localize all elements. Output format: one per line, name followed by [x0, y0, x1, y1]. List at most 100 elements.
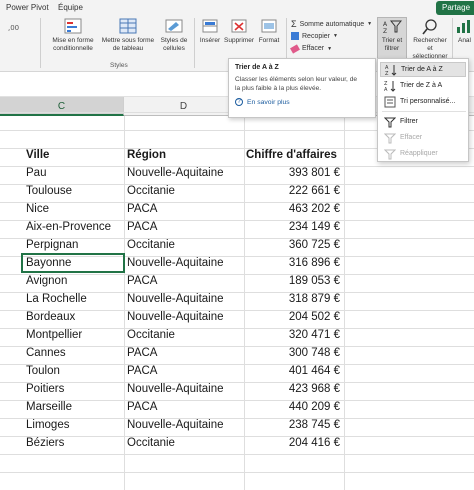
- table-cell[interactable]: 440 209 €: [246, 398, 340, 416]
- table-header-cell[interactable]: Région: [127, 146, 241, 164]
- table-cell[interactable]: PACA: [127, 362, 241, 380]
- table-cell[interactable]: Nice: [26, 200, 122, 218]
- table-cell[interactable]: 320 471 €: [246, 326, 340, 344]
- menu-item-sort-za[interactable]: ZA Trier de Z à A: [380, 78, 466, 93]
- table-cell[interactable]: 238 745 €: [246, 416, 340, 434]
- magnifier-icon: [422, 19, 437, 35]
- table-cell[interactable]: 222 661 €: [246, 182, 340, 200]
- table-cell[interactable]: 189 053 €: [246, 272, 340, 290]
- sort-az-icon: AZ: [385, 64, 397, 76]
- menu-item-clear-filter[interactable]: Effacer: [380, 130, 466, 145]
- menu-item-label: Trier de A à Z: [401, 66, 443, 73]
- sigma-icon: Σ: [291, 19, 297, 29]
- svg-text:Z: Z: [383, 28, 387, 35]
- column-header-d[interactable]: D: [124, 97, 244, 116]
- table-cell[interactable]: 463 202 €: [246, 200, 340, 218]
- menu-item-label: Filtrer: [400, 118, 418, 125]
- svg-text:A: A: [384, 87, 388, 92]
- delete-cells-icon: [231, 19, 247, 33]
- table-cell[interactable]: PACA: [127, 272, 241, 290]
- conditional-format-button[interactable]: Mise en forme conditionnelle: [46, 18, 100, 53]
- table-cell[interactable]: Cannes: [26, 344, 122, 362]
- table-cell[interactable]: 318 879 €: [246, 290, 340, 308]
- table-cell[interactable]: Toulouse: [26, 182, 122, 200]
- format-as-table-button[interactable]: Mettre sous forme de tableau: [99, 18, 157, 53]
- menu-item-filter[interactable]: Filtrer: [380, 114, 466, 129]
- table-cell[interactable]: 360 725 €: [246, 236, 340, 254]
- svg-text:,00: ,00: [8, 24, 19, 32]
- insert-label: Insérer: [199, 37, 221, 44]
- table-cell[interactable]: Nouvelle-Aquitaine: [127, 416, 241, 434]
- table-cell[interactable]: Nouvelle-Aquitaine: [127, 164, 241, 182]
- table-cell[interactable]: 393 801 €: [246, 164, 340, 182]
- worksheet-grid[interactable]: Ville Région Chiffre d'affaires Pau Nouvelle…: [0, 112, 474, 490]
- format-cells-icon: [261, 19, 277, 33]
- format-label: Format: [258, 37, 280, 44]
- table-cell[interactable]: Perpignan: [26, 236, 122, 254]
- cell-styles-button[interactable]: Styles de cellules: [157, 18, 191, 53]
- share-button[interactable]: Partage: [436, 1, 474, 15]
- help-icon: ?: [235, 98, 243, 106]
- table-cell[interactable]: Marseille: [26, 398, 122, 416]
- table-cell[interactable]: Occitanie: [127, 434, 241, 452]
- cell-styles-icon: [165, 19, 183, 33]
- table-cell[interactable]: Nouvelle-Aquitaine: [127, 308, 241, 326]
- clear-label: Effacer: [302, 45, 325, 52]
- table-cell[interactable]: Occitanie: [127, 236, 241, 254]
- table-cell[interactable]: Bordeaux: [26, 308, 122, 326]
- table-cell[interactable]: Béziers: [26, 434, 122, 452]
- svg-text:A: A: [383, 21, 388, 28]
- format-button[interactable]: Format: [256, 18, 282, 45]
- table-header-cell[interactable]: Chiffre d'affaires: [246, 146, 340, 164]
- menu-item-custom-sort[interactable]: Tri personnalisé...: [380, 94, 466, 109]
- table-cell[interactable]: La Rochelle: [26, 290, 122, 308]
- sort-filter-button[interactable]: A Z Trier et filtrer: [377, 17, 407, 59]
- delete-button[interactable]: Supprimer: [222, 18, 256, 45]
- table-cell[interactable]: 234 149 €: [246, 218, 340, 236]
- svg-text:Z: Z: [385, 71, 389, 76]
- analyze-button[interactable]: Anal: [455, 18, 474, 45]
- table-header-cell[interactable]: Ville: [26, 146, 122, 164]
- table-cell[interactable]: Nouvelle-Aquitaine: [127, 380, 241, 398]
- table-cell[interactable]: Occitanie: [127, 326, 241, 344]
- menu-item-reapply[interactable]: Réappliquer: [380, 146, 466, 161]
- find-select-button[interactable]: Rechercher et sélectionner: [411, 18, 449, 61]
- filter-icon: [384, 117, 396, 127]
- sort-za-icon: ZA: [384, 80, 396, 92]
- table-cell[interactable]: Toulon: [26, 362, 122, 380]
- analyze-icon: [457, 20, 470, 33]
- reapply-icon: [384, 149, 396, 159]
- menu-item-label: Réappliquer: [400, 150, 438, 157]
- table-cell[interactable]: Nouvelle-Aquitaine: [127, 254, 241, 272]
- table-cell[interactable]: 401 464 €: [246, 362, 340, 380]
- table-cell[interactable]: PACA: [127, 344, 241, 362]
- table-cell[interactable]: PACA: [127, 218, 241, 236]
- clear-button[interactable]: Effacer ▼: [290, 43, 332, 54]
- table-cell[interactable]: PACA: [127, 398, 241, 416]
- tab-equipe[interactable]: Équipe: [58, 3, 83, 12]
- learn-more-link[interactable]: ? En savoir plus: [235, 98, 369, 106]
- insert-button[interactable]: Insérer: [197, 18, 223, 45]
- table-cell[interactable]: 204 416 €: [246, 434, 340, 452]
- column-header-c[interactable]: C: [0, 97, 124, 116]
- autosum-button[interactable]: Σ Somme automatique ▼: [291, 19, 372, 29]
- menu-item-label: Tri personnalisé...: [400, 98, 456, 105]
- tab-power-pivot[interactable]: Power Pivot: [6, 3, 49, 12]
- table-cell[interactable]: Poitiers: [26, 380, 122, 398]
- table-cell[interactable]: 300 748 €: [246, 344, 340, 362]
- number-format-icon: ,00: [8, 24, 19, 32]
- table-cell[interactable]: 316 896 €: [246, 254, 340, 272]
- sort-filter-label: Trier et filtrer: [381, 37, 403, 52]
- table-cell[interactable]: Limoges: [26, 416, 122, 434]
- table-cell[interactable]: PACA: [127, 200, 241, 218]
- table-cell[interactable]: Nouvelle-Aquitaine: [127, 290, 241, 308]
- table-cell[interactable]: Avignon: [26, 272, 122, 290]
- table-cell[interactable]: Aix-en-Provence: [26, 218, 122, 236]
- table-cell[interactable]: 204 502 €: [246, 308, 340, 326]
- fill-button[interactable]: Recopier ▼: [291, 32, 338, 40]
- table-cell[interactable]: Occitanie: [127, 182, 241, 200]
- table-cell[interactable]: Pau: [26, 164, 122, 182]
- table-cell[interactable]: 423 968 €: [246, 380, 340, 398]
- table-cell[interactable]: Montpellier: [26, 326, 122, 344]
- menu-item-sort-az[interactable]: AZ Trier de A à Z: [380, 62, 466, 77]
